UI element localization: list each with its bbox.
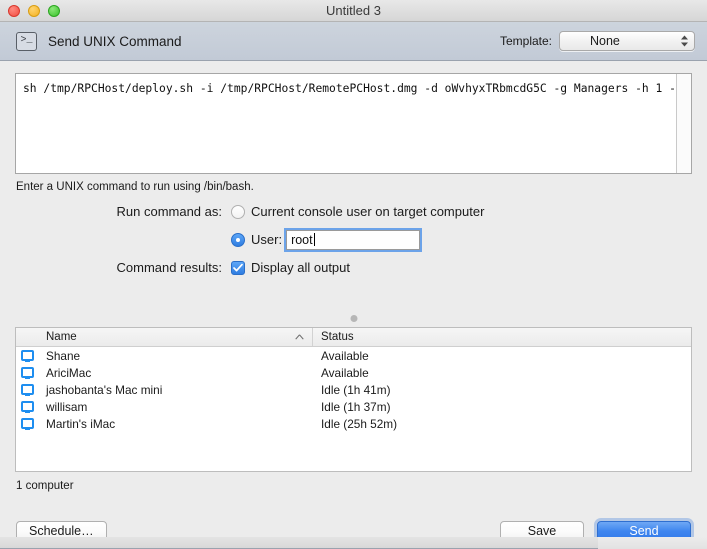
- command-textarea-scrollbar[interactable]: [676, 74, 691, 173]
- computer-display-icon: [16, 418, 38, 429]
- terminal-prompt-icon: >_: [16, 32, 37, 51]
- computer-list-header: Name Status: [16, 328, 691, 347]
- window-content: sh /tmp/RPCHost/deploy.sh -i /tmp/RPCHos…: [0, 61, 707, 549]
- table-row[interactable]: Shane Available: [16, 347, 691, 364]
- table-row[interactable]: Martin's iMac Idle (25h 52m): [16, 415, 691, 432]
- column-header-status-label: Status: [321, 331, 354, 343]
- column-header-name-label: Name: [46, 331, 77, 343]
- window-bottom-strip: [0, 537, 598, 549]
- options-form: Run command as: Current console user on …: [0, 201, 707, 285]
- command-textarea-text[interactable]: sh /tmp/RPCHost/deploy.sh -i /tmp/RPCHos…: [16, 74, 676, 173]
- splitter-handle-dot-icon[interactable]: [350, 315, 357, 322]
- traffic-lights: [0, 5, 60, 17]
- computer-display-icon: [16, 350, 38, 361]
- template-controls: Template: None: [500, 31, 695, 51]
- task-title: Send UNIX Command: [48, 34, 182, 49]
- computer-list: Name Status Shane Available AriciMac Ava…: [15, 327, 692, 472]
- text-caret: [314, 233, 315, 246]
- computer-count-label: 1 computer: [16, 480, 74, 492]
- zoom-button-icon[interactable]: [48, 5, 60, 17]
- row-status: Available: [313, 366, 691, 380]
- user-name-input-value: root: [291, 233, 313, 247]
- row-name: Martin's iMac: [38, 417, 313, 431]
- window-title: Untitled 3: [0, 0, 707, 22]
- column-header-status[interactable]: Status: [313, 328, 691, 346]
- radio-current-console-user-label: Current console user on target computer: [251, 204, 484, 219]
- radio-current-console-user[interactable]: [231, 205, 245, 219]
- row-name: AriciMac: [38, 366, 313, 380]
- command-results-label: Command results:: [0, 260, 231, 275]
- table-row[interactable]: AriciMac Available: [16, 364, 691, 381]
- pane-splitter[interactable]: [0, 313, 707, 324]
- send-unix-command-window: Untitled 3 >_ Send UNIX Command Template…: [0, 0, 707, 549]
- row-name: Shane: [38, 349, 313, 363]
- minimize-button-icon[interactable]: [28, 5, 40, 17]
- toolbar: >_ Send UNIX Command Template: None: [0, 22, 707, 61]
- stepper-arrows-icon: [681, 36, 688, 47]
- row-name: jashobanta's Mac mini: [38, 383, 313, 397]
- radio-user[interactable]: [231, 233, 245, 247]
- command-results-row: Command results: Display all output: [0, 257, 707, 278]
- command-textarea[interactable]: sh /tmp/RPCHost/deploy.sh -i /tmp/RPCHos…: [15, 73, 692, 174]
- radio-user-label: User:: [251, 232, 282, 247]
- close-button-icon[interactable]: [8, 5, 20, 17]
- user-row: User: root: [0, 229, 707, 250]
- window-titlebar: Untitled 3: [0, 0, 707, 22]
- template-label: Template:: [500, 34, 552, 48]
- run-command-as-row: Run command as: Current console user on …: [0, 201, 707, 222]
- template-select[interactable]: None: [559, 31, 695, 51]
- checkbox-display-all-output-label: Display all output: [251, 260, 350, 275]
- computer-display-icon: [16, 384, 38, 395]
- checkbox-display-all-output[interactable]: [231, 261, 245, 275]
- row-status: Idle (1h 41m): [313, 383, 691, 397]
- table-row[interactable]: willisam Idle (1h 37m): [16, 398, 691, 415]
- user-name-input[interactable]: root: [286, 230, 420, 250]
- command-hint: Enter a UNIX command to run using /bin/b…: [16, 181, 254, 193]
- row-status: Idle (25h 52m): [313, 417, 691, 431]
- template-select-value: None: [560, 34, 620, 48]
- checkmark-icon: [233, 263, 243, 273]
- row-status: Idle (1h 37m): [313, 400, 691, 414]
- sort-ascending-icon: [295, 334, 304, 340]
- computer-display-icon: [16, 401, 38, 412]
- table-row[interactable]: jashobanta's Mac mini Idle (1h 41m): [16, 381, 691, 398]
- column-header-name[interactable]: Name: [38, 328, 313, 346]
- row-status: Available: [313, 349, 691, 363]
- computer-display-icon: [16, 367, 38, 378]
- row-name: willisam: [38, 400, 313, 414]
- run-command-as-label: Run command as:: [0, 204, 231, 219]
